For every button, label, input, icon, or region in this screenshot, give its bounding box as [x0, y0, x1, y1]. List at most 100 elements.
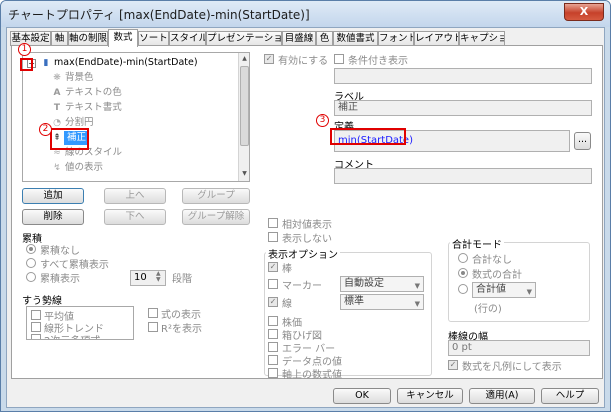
- cancel-button[interactable]: キャンセル: [397, 388, 463, 404]
- tab-gridlines[interactable]: 目盛線: [282, 31, 316, 46]
- relative-checkbox[interactable]: [268, 218, 278, 228]
- invisible-checkbox[interactable]: [268, 232, 278, 242]
- tree-root-expression[interactable]: max(EndDate)-min(StartDate): [54, 56, 198, 70]
- conditional-checkbox[interactable]: [334, 54, 344, 64]
- ok-button[interactable]: OK: [333, 388, 391, 404]
- show-value-icon: ↯: [53, 163, 61, 173]
- tree-scrollbar[interactable]: ▲ ▼: [238, 53, 249, 181]
- close-button[interactable]: X: [564, 3, 604, 21]
- down-button[interactable]: 下へ: [104, 209, 166, 225]
- tab-sort[interactable]: ソート: [138, 31, 169, 46]
- bar-label: 棒: [282, 264, 292, 275]
- tab-presentation[interactable]: プレゼンテーション: [206, 31, 282, 46]
- annotation-badge-3: 3: [316, 114, 329, 127]
- bar-width-input[interactable]: 0 pt: [448, 340, 590, 356]
- invisible-label: 表示しない: [282, 234, 332, 245]
- display-options-title: 表示オプション: [266, 246, 340, 261]
- title-bar[interactable]: チャートプロパティ [max(EndDate)-min(StartDate)] …: [1, 1, 610, 27]
- annotation-badge-2: 2: [39, 123, 52, 136]
- error-bars-checkbox[interactable]: [268, 342, 278, 352]
- expression-total-label: 数式の合計: [472, 270, 522, 281]
- tab-layout[interactable]: レイアウト: [414, 31, 459, 46]
- scroll-up-icon[interactable]: ▲: [239, 53, 249, 65]
- expressions-panel: − ▮ max(EndDate)-min(StartDate) ❋ 背景色 A …: [11, 43, 603, 381]
- tab-style[interactable]: スタイル: [169, 31, 206, 46]
- radio-total-of[interactable]: [458, 284, 468, 294]
- annotation-box-2: [50, 128, 89, 150]
- line-checkbox[interactable]: ✓: [268, 297, 278, 307]
- radio-no-accumulation[interactable]: [26, 244, 36, 254]
- ungroup-button[interactable]: グループ解除: [182, 209, 250, 225]
- tab-number[interactable]: 数値書式: [333, 31, 378, 46]
- background-color-icon: ❋: [53, 73, 61, 83]
- trend-poly2-label: 2次元多項式: [44, 332, 100, 339]
- rows-label: (行の): [474, 304, 502, 315]
- delete-button[interactable]: 削除: [22, 209, 84, 225]
- tab-expressions[interactable]: 数式: [108, 29, 138, 47]
- radio-no-totals[interactable]: [458, 253, 468, 263]
- text-format-icon: T: [53, 103, 61, 113]
- text-color-icon: A: [53, 88, 61, 98]
- trend-average-checkbox[interactable]: [31, 310, 41, 320]
- show-r2-label: R²を表示: [161, 324, 202, 335]
- marker-style-select[interactable]: 自動設定 ▼: [340, 276, 424, 292]
- enable-label: 有効にする: [278, 56, 329, 67]
- tree-item-text-color[interactable]: テキストの色: [65, 86, 122, 100]
- steps-spinner-icon[interactable]: ▲ ▼: [156, 271, 161, 283]
- tab-font[interactable]: フォント: [378, 31, 414, 46]
- scroll-thumb[interactable]: [240, 66, 249, 146]
- show-r2-checkbox[interactable]: [148, 322, 158, 332]
- accumulation-title: 累積: [22, 234, 42, 245]
- trend-linear-checkbox[interactable]: [31, 322, 41, 332]
- marker-checkbox[interactable]: [268, 279, 278, 289]
- total-function-value: 合計値: [476, 284, 506, 295]
- up-button[interactable]: 上へ: [104, 188, 166, 204]
- enable-checkbox[interactable]: ✓: [264, 54, 274, 64]
- comment-input[interactable]: [334, 168, 592, 184]
- tree-item-show-value[interactable]: 値の表示: [65, 161, 103, 175]
- no-totals-label: 合計なし: [472, 255, 512, 266]
- marker-style-value: 自動設定: [344, 278, 384, 289]
- group-button[interactable]: グループ: [182, 188, 250, 204]
- text-on-axis-checkbox[interactable]: [268, 368, 278, 378]
- tab-strip: 基本設定 軸 軸の制限 数式 ソート スタイル プレゼンテーション 目盛線 色 …: [7, 29, 604, 47]
- symbol-checkbox[interactable]: [268, 316, 278, 326]
- definition-edit-button[interactable]: ...: [574, 132, 591, 150]
- expression-as-legend-checkbox[interactable]: ✓: [448, 360, 458, 370]
- annotation-badge-1: 1: [18, 43, 31, 56]
- values-on-data-points-checkbox[interactable]: [268, 355, 278, 365]
- annotation-box-1: [20, 58, 33, 71]
- total-function-select[interactable]: 合計値 ▼: [472, 282, 536, 298]
- conditional-label: 条件付き表示: [348, 56, 408, 67]
- tab-caption[interactable]: キャプション: [459, 31, 505, 46]
- trendline-list[interactable]: 平均値 線形トレンド 2次元多項式: [26, 306, 134, 340]
- dialog-client: 基本設定 軸 軸の制限 数式 ソート スタイル プレゼンテーション 目盛線 色 …: [6, 27, 605, 408]
- chevron-down-icon: ▼: [414, 282, 420, 290]
- radio-accumulate-steps[interactable]: [26, 272, 36, 282]
- radio-full-accumulation[interactable]: [26, 258, 36, 268]
- help-button[interactable]: ヘルプ: [541, 388, 599, 404]
- tab-axis-limits[interactable]: 軸の制限: [68, 31, 108, 46]
- expression-tree[interactable]: − ▮ max(EndDate)-min(StartDate) ❋ 背景色 A …: [22, 52, 250, 182]
- conditional-input[interactable]: [334, 68, 592, 84]
- label-input[interactable]: 補正: [334, 100, 592, 116]
- no-accumulation-label: 累積なし: [40, 246, 80, 257]
- scroll-down-icon[interactable]: ▼: [239, 168, 249, 180]
- line-style-select[interactable]: 標準 ▼: [340, 294, 424, 310]
- radio-expression-total[interactable]: [458, 268, 468, 278]
- trendline-title: すう勢線: [22, 296, 62, 307]
- add-button[interactable]: 追加: [22, 188, 84, 204]
- tab-axis[interactable]: 軸: [51, 31, 68, 46]
- tab-general[interactable]: 基本設定: [10, 31, 51, 46]
- full-accumulation-label: すべて累積表示: [40, 260, 109, 271]
- window-title: チャートプロパティ [max(EndDate)-min(StartDate)]: [8, 8, 310, 22]
- apply-button[interactable]: 適用(A): [469, 388, 535, 404]
- bar-checkbox[interactable]: ✓: [268, 262, 278, 272]
- tree-item-background-color[interactable]: 背景色: [65, 71, 94, 85]
- bar-chart-icon: ▮: [43, 58, 49, 68]
- box-plot-checkbox[interactable]: [268, 329, 278, 339]
- tree-item-text-format[interactable]: テキスト書式: [65, 101, 122, 115]
- show-equation-checkbox[interactable]: [148, 308, 158, 318]
- tab-colors[interactable]: 色: [316, 31, 333, 46]
- trend-poly2-checkbox[interactable]: [31, 334, 41, 339]
